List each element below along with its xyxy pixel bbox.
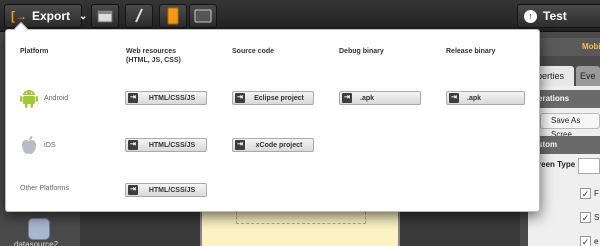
export-label: Export	[32, 9, 71, 23]
phone-view-button[interactable]	[159, 4, 187, 28]
export-icon: ⇥	[342, 93, 352, 103]
platform-other: Other Platforms	[20, 185, 69, 192]
chevron-down-icon: ⌄	[79, 10, 88, 22]
checkbox-3[interactable]: ✓	[580, 236, 591, 246]
android-release-export-button[interactable]: ⇥ .apk	[446, 91, 525, 105]
test-label: Test	[543, 9, 567, 23]
export-icon: ⇥	[128, 140, 138, 150]
other-web-export-button[interactable]: ⇥ HTML/CSS/JS	[125, 183, 207, 197]
col-release-binary: Release binary	[446, 48, 496, 55]
checkbox-1-label: F	[594, 189, 599, 198]
pen-icon	[135, 8, 143, 23]
test-button[interactable]: ↑ Test	[517, 4, 600, 28]
apple-icon	[22, 136, 36, 154]
col-debug-binary: Debug binary	[339, 48, 384, 55]
ios-label: iOS	[44, 141, 56, 149]
ios-source-export-button[interactable]: ⇥ xCode project	[232, 138, 314, 152]
checkbox-2[interactable]: ✓	[580, 212, 591, 223]
export-icon: [→	[11, 9, 27, 23]
tablet-icon	[194, 9, 212, 23]
canvas-guide	[236, 212, 366, 224]
export-icon: ⇥	[128, 185, 138, 195]
platform-ios: iOS	[20, 135, 56, 155]
database-icon	[28, 218, 50, 240]
android-label: Android	[44, 94, 69, 102]
export-dropdown: Platform Web resources (HTML, JS, CSS) S…	[5, 21, 540, 212]
export-icon: ⇥	[235, 140, 245, 150]
android-web-export-button[interactable]: ⇥ HTML/CSS/JS	[125, 91, 207, 105]
save-as-screen-button[interactable]: Save As Scree	[540, 113, 600, 139]
col-platform: Platform	[20, 48, 49, 55]
col-source-code: Source code	[232, 48, 275, 55]
android-debug-export-button[interactable]: ⇥ .apk	[339, 91, 421, 105]
tablet-view-button[interactable]	[189, 4, 217, 28]
datasource-item[interactable]: datasource2	[14, 218, 64, 246]
export-icon: ⇥	[449, 93, 459, 103]
arrow-up-icon: ↑	[524, 9, 537, 23]
export-button[interactable]: [→ Export ⌄	[4, 4, 87, 28]
checkbox-3-label: e	[594, 237, 599, 246]
android-icon	[20, 90, 38, 108]
main-toolbar: [→ Export ⌄ ↑ Test	[0, 0, 600, 32]
page-layout-icon	[97, 10, 113, 23]
platform-android: Android	[20, 88, 68, 108]
other-platforms-label: Other Platforms	[20, 185, 70, 192]
export-icon: ⇥	[128, 93, 138, 103]
checkbox-2-label: S	[594, 213, 600, 222]
datasource-label: datasource2	[14, 240, 59, 246]
android-source-export-button[interactable]: ⇥ Eclipse project	[232, 91, 314, 105]
col-web-resources: Web resources (HTML, JS, CSS)	[126, 48, 181, 64]
tab-events[interactable]: Eve	[576, 66, 600, 86]
export-icon: ⇥	[235, 93, 245, 103]
mobile-tab[interactable]: Mobi	[538, 38, 600, 56]
ios-web-export-button[interactable]: ⇥ HTML/CSS/JS	[125, 138, 207, 152]
page-layout-button[interactable]	[91, 4, 119, 28]
phone-icon	[167, 7, 179, 25]
checkbox-1[interactable]: ✓	[580, 188, 591, 199]
screen-type-select[interactable]	[578, 158, 600, 174]
pen-button[interactable]	[125, 4, 153, 28]
